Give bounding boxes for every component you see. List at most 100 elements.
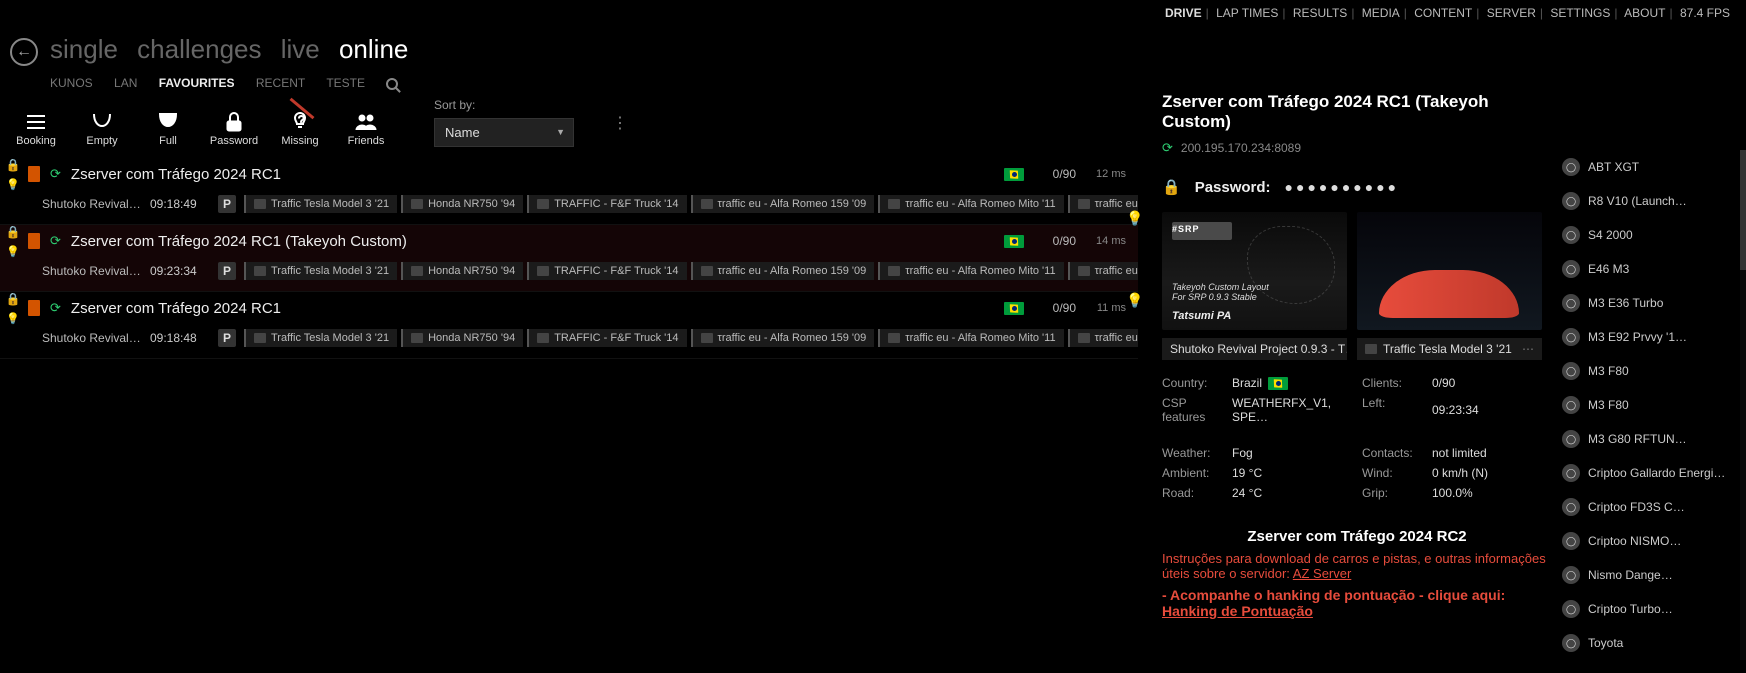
brand-icon: ◯ — [1562, 396, 1580, 414]
sort-dropdown[interactable]: Name — [434, 118, 574, 147]
menu-server[interactable]: SERVER — [1487, 6, 1536, 20]
filter-full[interactable]: Full — [146, 109, 190, 147]
brand-icon — [537, 266, 549, 276]
back-button[interactable]: ← — [10, 38, 38, 66]
car-list-item[interactable]: ◯Nismo Dange… — [1562, 558, 1746, 592]
car-list-item[interactable]: ◯M3 F80 — [1562, 354, 1746, 388]
scrollbar[interactable] — [1740, 150, 1746, 660]
filter-empty[interactable]: Empty — [80, 109, 124, 147]
brand-icon — [888, 333, 900, 343]
car-list-item[interactable]: ◯M3 F80 — [1562, 388, 1746, 422]
filter-password[interactable]: Password — [212, 109, 256, 147]
car-chip[interactable]: Honda NR750 '94 — [401, 262, 523, 280]
car-list-item[interactable]: ◯M3 E92 Prvvy '1… — [1562, 320, 1746, 354]
car-list-item[interactable]: ◯M3 E36 Turbo — [1562, 286, 1746, 320]
track-name[interactable]: Shutoko Revival Project 0.9.3 - T… — [1162, 338, 1347, 360]
car-list-item[interactable]: ◯Criptoo Turbo… — [1562, 592, 1746, 626]
mode-single[interactable]: single — [50, 34, 118, 64]
car-chip[interactable]: Traffic Tesla Model 3 '21 — [244, 262, 397, 280]
car-chip[interactable]: τraffic eu - Alfa Romeo 159 '09 — [691, 195, 875, 213]
car-chip[interactable]: τraffic eu - Alfa Romeo 159 '09 — [691, 329, 875, 347]
car-chip[interactable]: TRAFFIC - F&F Truck '14 — [527, 195, 686, 213]
brand-icon: ◯ — [1562, 600, 1580, 618]
menu-laptimes[interactable]: LAP TIMES — [1216, 6, 1278, 20]
car-list-item[interactable]: ◯S4 2000 — [1562, 218, 1746, 252]
server-row[interactable]: 🔒💡⟳Zserver com Tráfego 2024 RC1 (Takeyoh… — [0, 225, 1138, 292]
flag-br-icon — [1004, 235, 1024, 248]
link-azserver[interactable]: AZ Server — [1293, 566, 1352, 581]
car-chip[interactable]: τraffic eu - Alfa Romeo Mito '11 — [878, 262, 1063, 280]
practice-badge: P — [218, 195, 236, 213]
filter-friends[interactable]: Friends — [344, 109, 388, 147]
server-details: Zserver com Tráfego 2024 RC1 (Takeyoh Cu… — [1162, 92, 1552, 619]
car-thumbnail[interactable] — [1357, 212, 1542, 330]
car-chip[interactable]: Honda NR750 '94 — [401, 195, 523, 213]
mode-challenges[interactable]: challenges — [137, 34, 261, 64]
server-row[interactable]: 🔒💡⟳Zserver com Tráfego 2024 RC10/9012 ms… — [0, 158, 1138, 225]
car-chip[interactable]: τraffic eu - Audi — [1068, 329, 1138, 347]
car-chip[interactable]: TRAFFIC - F&F Truck '14 — [527, 262, 686, 280]
subtab-recent[interactable]: RECENT — [256, 76, 305, 90]
search-icon[interactable] — [386, 76, 416, 90]
bulb-icon: 💡 — [6, 245, 20, 258]
lock-icon: 🔒 — [6, 158, 21, 172]
refresh-icon[interactable]: ⟳ — [50, 300, 61, 316]
session-time: 09:18:49 — [150, 197, 210, 211]
car-list-item[interactable]: ◯Criptoo Gallardo Energi… — [1562, 456, 1746, 490]
car-list-item[interactable]: ◯Criptoo FD3S C… — [1562, 490, 1746, 524]
car-list-item[interactable]: ◯E46 M3 — [1562, 252, 1746, 286]
menu-about[interactable]: ABOUT — [1624, 6, 1665, 20]
brand-icon: ◯ — [1562, 294, 1580, 312]
menu-drive[interactable]: DRIVE — [1165, 6, 1202, 20]
subtab-favourites[interactable]: FAVOURITES — [159, 76, 235, 90]
online-subtabs: KUNOS LAN FAVOURITES RECENT TESTE — [50, 76, 434, 90]
subtab-kunos[interactable]: KUNOS — [50, 76, 93, 90]
server-info-grid: Country:Brazil Clients:0/90 CSP features… — [1162, 376, 1552, 500]
car-list-item[interactable]: ◯ABT XGT — [1562, 150, 1746, 184]
ping: 11 ms — [1086, 302, 1126, 314]
server-row[interactable]: 🔒💡⟳Zserver com Tráfego 2024 RC10/9011 ms… — [0, 292, 1138, 359]
car-chip[interactable]: Traffic Tesla Model 3 '21 — [244, 329, 397, 347]
menu-content[interactable]: CONTENT — [1414, 6, 1472, 20]
more-icon[interactable]: ⋮ — [612, 113, 628, 133]
top-menu: DRIVE| LAP TIMES| RESULTS| MEDIA| CONTEN… — [1165, 6, 1730, 20]
practice-badge: P — [218, 329, 236, 347]
password-field[interactable]: ●●●●●●●●●● — [1285, 179, 1400, 195]
brand-icon — [888, 199, 900, 209]
car-chip[interactable]: Traffic Tesla Model 3 '21 — [244, 195, 397, 213]
refresh-icon[interactable]: ⟳ — [50, 166, 61, 182]
car-list-item[interactable]: ◯Criptoo NISMO… — [1562, 524, 1746, 558]
hint-icon[interactable]: 💡 — [1126, 292, 1143, 309]
track-thumbnail[interactable]: #SRP Takeyoh Custom Layout For SRP 0.9.3… — [1162, 212, 1347, 330]
car-chip[interactable]: τraffic eu - Audi — [1068, 262, 1138, 280]
car-chip[interactable]: τraffic eu - Alfa Romeo Mito '11 — [878, 195, 1063, 213]
brand-icon: ◯ — [1562, 362, 1580, 380]
server-badge-icon — [28, 166, 40, 182]
menu-media[interactable]: MEDIA — [1362, 6, 1400, 20]
brand-icon — [1078, 199, 1090, 209]
car-list-item[interactable]: ◯Toyota — [1562, 626, 1746, 660]
mode-online[interactable]: online — [339, 34, 408, 64]
filter-booking[interactable]: Booking — [14, 109, 58, 147]
link-hanking[interactable]: Hanking de Pontuação — [1162, 603, 1313, 619]
car-list-item[interactable]: ◯R8 V10 (Launch… — [1562, 184, 1746, 218]
menu-results[interactable]: RESULTS — [1293, 6, 1347, 20]
car-list-item[interactable]: ◯M3 G80 RFTUN… — [1562, 422, 1746, 456]
filter-missing[interactable]: ?Missing — [278, 109, 322, 147]
car-chip[interactable]: τraffic eu - Alfa Romeo 159 '09 — [691, 262, 875, 280]
subtab-lan[interactable]: LAN — [114, 76, 137, 90]
mode-live[interactable]: live — [281, 34, 320, 64]
refresh-icon[interactable]: ⟳ — [50, 233, 61, 249]
brand-icon: ◯ — [1562, 192, 1580, 210]
car-chip[interactable]: TRAFFIC - F&F Truck '14 — [527, 329, 686, 347]
brand-icon — [701, 199, 713, 209]
car-chip[interactable]: Honda NR750 '94 — [401, 329, 523, 347]
car-name[interactable]: Traffic Tesla Model 3 '21⋯ — [1357, 338, 1542, 360]
subtab-teste[interactable]: TESTE — [326, 76, 365, 90]
brand-icon: ◯ — [1562, 226, 1580, 244]
menu-settings[interactable]: SETTINGS — [1550, 6, 1610, 20]
car-chip[interactable]: τraffic eu - Alfa Romeo Mito '11 — [878, 329, 1063, 347]
hint-icon[interactable]: 💡 — [1126, 210, 1143, 227]
scrollbar-thumb[interactable] — [1740, 150, 1746, 270]
refresh-icon[interactable]: ⟳ — [1162, 140, 1173, 156]
